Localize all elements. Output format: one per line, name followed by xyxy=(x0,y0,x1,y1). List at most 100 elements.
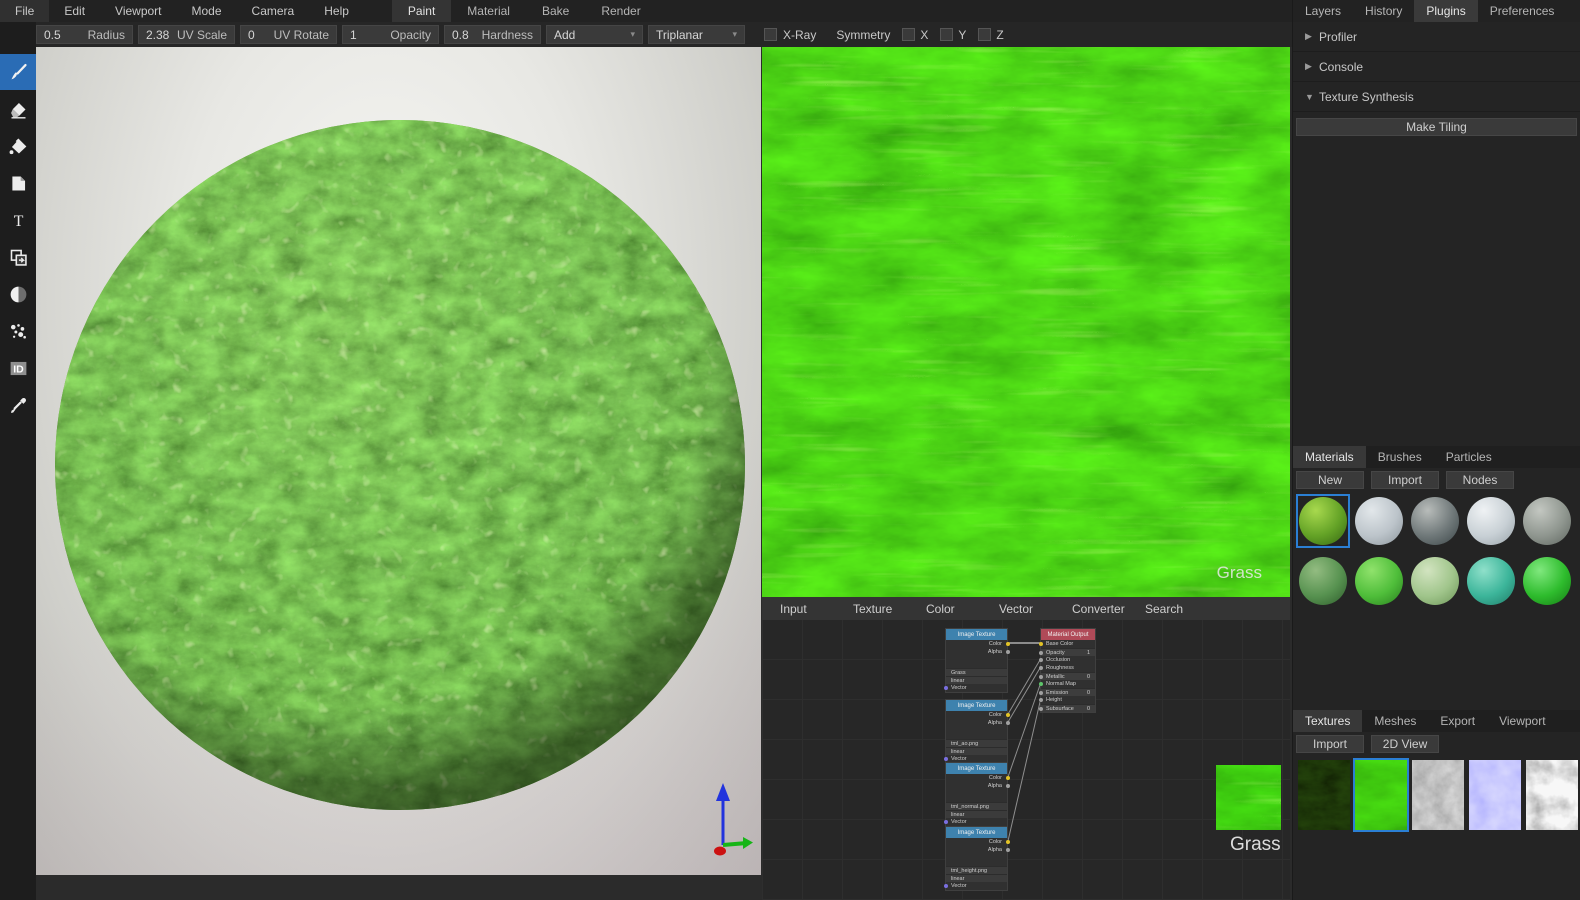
viewport-3d[interactable] xyxy=(36,47,761,875)
input-socket[interactable] xyxy=(1039,675,1043,679)
tab-paint[interactable]: Paint xyxy=(392,0,451,22)
image-texture-node[interactable]: Image TextureColorAlphatml_ao.pnglinearV… xyxy=(945,699,1008,764)
node-interpolation-button[interactable]: linear xyxy=(946,747,1007,755)
tab-textures[interactable]: Textures xyxy=(1293,710,1362,732)
material-output-node[interactable]: Material OutputBase ColorOpacity1Occlusi… xyxy=(1040,628,1096,713)
button-new[interactable]: New xyxy=(1296,471,1364,489)
tab-layers[interactable]: Layers xyxy=(1293,0,1353,22)
material-swatch-2[interactable] xyxy=(1352,494,1406,548)
normal-map-texture[interactable] xyxy=(1467,758,1523,832)
tab-history[interactable]: History xyxy=(1353,0,1414,22)
tab-render[interactable]: Render xyxy=(585,0,656,22)
viewport-2d-texture[interactable]: Grass xyxy=(762,47,1290,597)
button-2d-view[interactable]: 2D View xyxy=(1371,735,1439,753)
node-file-button[interactable]: tml_ao.png xyxy=(946,739,1007,747)
node-menu-vector[interactable]: Vector xyxy=(999,602,1072,616)
material-swatch-7[interactable] xyxy=(1352,554,1406,608)
tab-brushes[interactable]: Brushes xyxy=(1366,446,1434,468)
button-import[interactable]: Import xyxy=(1296,735,1364,753)
slider-hardness[interactable]: 0.8Hardness xyxy=(444,25,541,44)
input-socket[interactable] xyxy=(944,884,948,888)
node-menu-color[interactable]: Color xyxy=(926,602,999,616)
material-swatch-3[interactable] xyxy=(1408,494,1462,548)
input-socket[interactable] xyxy=(944,686,948,690)
material-swatch-8[interactable] xyxy=(1408,554,1462,608)
tool-particle[interactable] xyxy=(0,313,36,349)
output-socket[interactable] xyxy=(1006,721,1010,725)
dropdown-add[interactable]: Add▾ xyxy=(546,25,643,44)
output-socket[interactable] xyxy=(1006,776,1010,780)
material-swatch-1[interactable] xyxy=(1296,494,1350,548)
axis-z-checkbox[interactable] xyxy=(978,28,991,41)
slider-uv-scale[interactable]: 2.38UV Scale xyxy=(138,25,235,44)
output-socket[interactable] xyxy=(1006,848,1010,852)
xray-checkbox[interactable] xyxy=(764,28,777,41)
node-menu-texture[interactable]: Texture xyxy=(853,602,926,616)
material-swatch-6[interactable] xyxy=(1296,554,1350,608)
tab-export[interactable]: Export xyxy=(1428,710,1487,732)
tool-brush[interactable] xyxy=(0,54,36,90)
tab-materials[interactable]: Materials xyxy=(1293,446,1366,468)
tool-blur[interactable] xyxy=(0,276,36,312)
menu-viewport[interactable]: Viewport xyxy=(100,0,176,22)
material-preview-thumbnail[interactable] xyxy=(1216,765,1281,830)
tab-preferences[interactable]: Preferences xyxy=(1478,0,1567,22)
image-texture-node[interactable]: Image TextureColorAlphatml_normal.pnglin… xyxy=(945,762,1008,827)
slider-uv-rotate[interactable]: 0UV Rotate xyxy=(240,25,337,44)
input-socket[interactable] xyxy=(1039,666,1043,670)
input-socket[interactable] xyxy=(1039,651,1043,655)
tab-material[interactable]: Material xyxy=(451,0,526,22)
tool-text[interactable] xyxy=(0,202,36,238)
slider-radius[interactable]: 0.5Radius xyxy=(36,25,133,44)
menu-edit[interactable]: Edit xyxy=(49,0,100,22)
painted-sphere[interactable] xyxy=(50,115,750,815)
input-socket[interactable] xyxy=(944,757,948,761)
roughness-texture[interactable] xyxy=(1410,758,1466,832)
plugin-section-texture-synthesis[interactable]: ▼Texture Synthesis xyxy=(1293,82,1580,112)
tab-viewport[interactable]: Viewport xyxy=(1487,710,1557,732)
image-texture-node[interactable]: Image TextureColorAlphaGrasslinearVector xyxy=(945,628,1008,693)
button-import[interactable]: Import xyxy=(1371,471,1439,489)
input-socket[interactable] xyxy=(1039,642,1043,646)
material-swatch-5[interactable] xyxy=(1520,494,1574,548)
tool-colorid[interactable] xyxy=(0,350,36,386)
node-file-button[interactable]: tml_normal.png xyxy=(946,802,1007,810)
node-interpolation-button[interactable]: linear xyxy=(946,810,1007,818)
output-socket[interactable] xyxy=(1006,642,1010,646)
button-nodes[interactable]: Nodes xyxy=(1446,471,1514,489)
tool-clone[interactable] xyxy=(0,239,36,275)
axis-x-checkbox-group[interactable]: X xyxy=(902,28,928,42)
axis-x-checkbox[interactable] xyxy=(902,28,915,41)
node-interpolation-button[interactable]: linear xyxy=(946,676,1007,684)
output-socket[interactable] xyxy=(1006,840,1010,844)
menu-mode[interactable]: Mode xyxy=(177,0,237,22)
make-tiling-button[interactable]: Make Tiling xyxy=(1296,118,1577,136)
axis-y-checkbox[interactable] xyxy=(940,28,953,41)
axis-y-checkbox-group[interactable]: Y xyxy=(940,28,966,42)
tool-eraser[interactable] xyxy=(0,91,36,127)
node-file-button[interactable]: tml_height.png xyxy=(946,866,1007,874)
dark-grass-texture[interactable] xyxy=(1296,758,1352,832)
material-swatch-4[interactable] xyxy=(1464,494,1518,548)
node-menu-converter[interactable]: Converter xyxy=(1072,602,1145,616)
xray-checkbox-group[interactable]: X-Ray xyxy=(764,28,816,42)
input-socket[interactable] xyxy=(1039,698,1043,702)
material-swatch-9[interactable] xyxy=(1464,554,1518,608)
dropdown-triplanar[interactable]: Triplanar▾ xyxy=(648,25,745,44)
material-swatch-10[interactable] xyxy=(1520,554,1574,608)
input-socket[interactable] xyxy=(1039,691,1043,695)
input-socket[interactable] xyxy=(944,820,948,824)
node-file-button[interactable]: Grass xyxy=(946,668,1007,676)
node-interpolation-button[interactable]: linear xyxy=(946,874,1007,882)
node-menu-input[interactable]: Input xyxy=(780,602,853,616)
input-socket[interactable] xyxy=(1039,682,1043,686)
output-socket[interactable] xyxy=(1006,784,1010,788)
grass-base-texture[interactable] xyxy=(1353,758,1409,832)
plugin-section-console[interactable]: ▶Console xyxy=(1293,52,1580,82)
axis-z-checkbox-group[interactable]: Z xyxy=(978,28,1003,42)
tab-bake[interactable]: Bake xyxy=(526,0,585,22)
tab-particles[interactable]: Particles xyxy=(1434,446,1504,468)
node-editor-canvas[interactable]: Image TextureColorAlphaGrasslinearVector… xyxy=(762,620,1290,900)
image-texture-node[interactable]: Image TextureColorAlphatml_height.pnglin… xyxy=(945,826,1008,891)
node-menu-search[interactable]: Search xyxy=(1145,602,1218,616)
